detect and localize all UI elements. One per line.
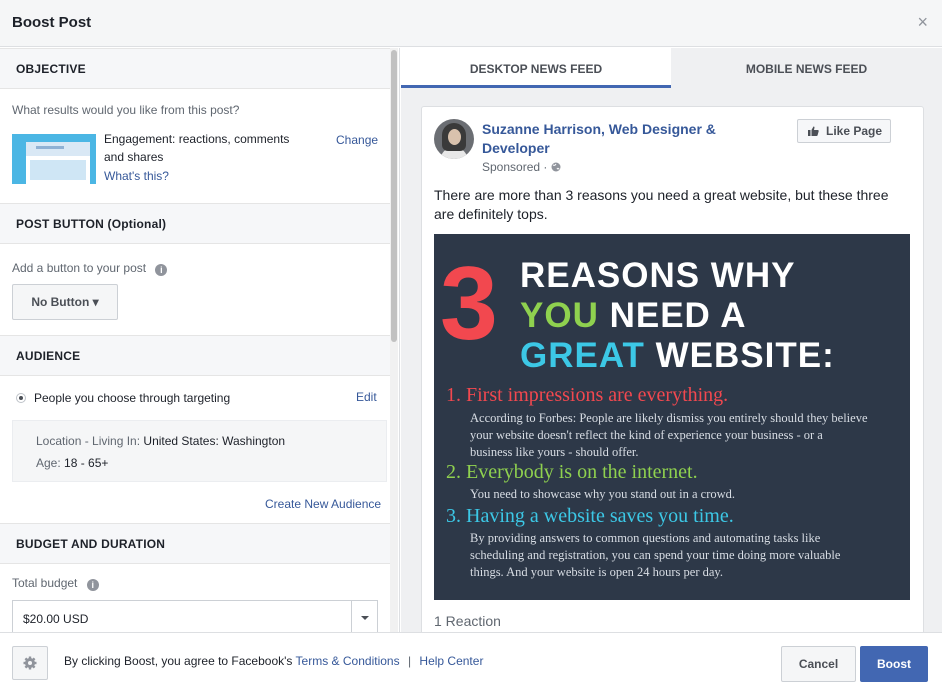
create-new-audience-link[interactable]: Create New Audience	[265, 497, 381, 511]
image-point3-body1: By providing answers to common questions…	[470, 531, 821, 545]
post-button-heading: POST BUTTON (Optional)	[16, 217, 167, 231]
dialog-title: Boost Post	[12, 14, 92, 31]
image-point2-title: 2. Everybody is on the internet.	[446, 461, 698, 483]
settings-panel: OBJECTIVE What results would you like fr…	[0, 48, 400, 632]
image-point2-body1: You need to showcase why you stand out i…	[470, 487, 736, 501]
budget-header: BUDGET AND DURATION	[0, 523, 390, 564]
dialog-titlebar: Boost Post ×	[0, 0, 942, 47]
age-row: Age: 18 - 65+	[36, 456, 108, 470]
objective-thumbnail	[12, 134, 96, 184]
active-tab-indicator	[401, 85, 671, 88]
audience-header: AUDIENCE	[0, 335, 390, 376]
whats-this-link[interactable]: What's this?	[104, 169, 169, 183]
image-point1-body1: According to Forbes: People are likely d…	[470, 411, 868, 425]
boost-button[interactable]: Boost	[860, 646, 928, 682]
post-text-line2: are definitely tops.	[434, 206, 548, 222]
footer-separator: |	[407, 654, 412, 668]
age-value: 18 - 65+	[64, 456, 109, 470]
image-point3-title: 3. Having a website saves you time.	[446, 505, 734, 527]
avatar	[434, 119, 474, 159]
page-name-line1[interactable]: Suzanne Harrison, Web Designer &	[482, 121, 716, 137]
image-point3-body3: things. And your website is open 24 hour…	[470, 565, 723, 579]
post-button-label-row: Add a button to your post i	[12, 261, 168, 276]
change-objective-link[interactable]: Change	[336, 133, 378, 147]
thumbnail-header	[26, 142, 90, 156]
cancel-button[interactable]: Cancel	[781, 646, 856, 682]
agree-text: By clicking Boost, you agree to Facebook…	[64, 654, 293, 668]
total-budget-label: Total budget	[12, 576, 78, 590]
image-line2: YOU NEED A	[520, 298, 747, 333]
terms-row: By clicking Boost, you agree to Facebook…	[64, 654, 483, 668]
radio-icon[interactable]	[16, 393, 26, 403]
like-page-button[interactable]: Like Page	[797, 119, 891, 143]
objective-choice-line1: Engagement: reactions, comments	[104, 132, 290, 146]
image-line3: GREAT WEBSITE:	[520, 338, 835, 373]
like-thumb-icon	[808, 126, 819, 136]
age-label: Age:	[36, 456, 61, 470]
image-point1-body3: business like yours - should offer.	[470, 445, 639, 459]
budget-label-row: Total budget i	[12, 576, 99, 591]
preview-panel: DESKTOP NEWS FEED MOBILE NEWS FEED Suzan…	[401, 48, 942, 632]
audience-option[interactable]: People you choose through targeting	[34, 391, 230, 405]
post-preview-card: Suzanne Harrison, Web Designer & Develop…	[421, 106, 924, 632]
sponsored-row: Sponsored ·	[482, 160, 561, 174]
info-icon[interactable]: i	[155, 264, 168, 276]
objective-choice-line2: and shares	[104, 150, 164, 164]
budget-select[interactable]: $20.00 USD	[12, 600, 378, 632]
terms-link[interactable]: Terms & Conditions	[296, 654, 400, 668]
avatar-face	[448, 129, 461, 145]
image-point1-body2: your website doesn't reflect the kind of…	[470, 428, 823, 442]
image-number: 3	[440, 246, 498, 362]
gear-icon	[23, 656, 37, 670]
scrollbar-thumb[interactable]	[391, 50, 397, 342]
targeting-summary: Location - Living In: United States: Was…	[12, 420, 387, 482]
location-row: Location - Living In: United States: Was…	[36, 434, 285, 448]
image-line2-accent: YOU	[520, 296, 599, 335]
image-point3-body2: scheduling and registration, you can spe…	[470, 548, 841, 562]
audience-heading: AUDIENCE	[16, 349, 81, 363]
budget-value: $20.00 USD	[23, 612, 89, 626]
image-line3-rest: WEBSITE:	[655, 336, 835, 375]
objective-heading: OBJECTIVE	[16, 62, 86, 76]
post-button-dropdown[interactable]: No Button ▾	[12, 284, 118, 320]
image-line2-rest: NEED A	[609, 296, 747, 335]
edit-audience-link[interactable]: Edit	[356, 390, 377, 404]
close-icon[interactable]: ×	[917, 12, 928, 33]
post-text-line1: There are more than 3 reasons you need a…	[434, 187, 889, 203]
post-button-label: Add a button to your post	[12, 261, 147, 275]
objective-header: OBJECTIVE	[0, 48, 390, 89]
thumbnail-block	[30, 160, 86, 180]
image-line1: REASONS WHY	[520, 256, 796, 295]
tab-mobile-news-feed[interactable]: MOBILE NEWS FEED	[671, 48, 942, 88]
help-center-link[interactable]: Help Center	[419, 654, 483, 668]
image-line3-accent: GREAT	[520, 336, 645, 375]
post-button-selected: No Button	[31, 295, 90, 309]
info-icon[interactable]: i	[86, 579, 99, 591]
page-name-line2[interactable]: Developer	[482, 140, 550, 156]
thumbnail-bar	[36, 146, 64, 149]
post-button-header: POST BUTTON (Optional)	[0, 203, 390, 244]
reaction-count[interactable]: 1 Reaction	[434, 613, 501, 629]
like-page-label: Like Page	[826, 124, 883, 138]
location-label: Location - Living In:	[36, 434, 141, 448]
location-value: United States: Washington	[143, 434, 286, 448]
globe-icon	[551, 162, 561, 172]
image-point1-title: 1. First impressions are everything.	[446, 384, 729, 406]
settings-button[interactable]	[12, 646, 48, 680]
dialog-footer: By clicking Boost, you agree to Facebook…	[0, 632, 942, 692]
sponsored-label: Sponsored ·	[482, 160, 551, 174]
budget-heading: BUDGET AND DURATION	[16, 537, 166, 551]
objective-question: What results would you like from this po…	[12, 103, 240, 117]
post-image[interactable]: 3 REASONS WHY YOU NEED A GREAT WEBSITE: …	[434, 234, 910, 600]
caret-down-icon	[361, 616, 369, 620]
budget-dropdown-toggle[interactable]	[351, 601, 377, 632]
caret-down-icon: ▾	[92, 295, 99, 309]
tab-desktop-news-feed[interactable]: DESKTOP NEWS FEED	[401, 48, 671, 88]
